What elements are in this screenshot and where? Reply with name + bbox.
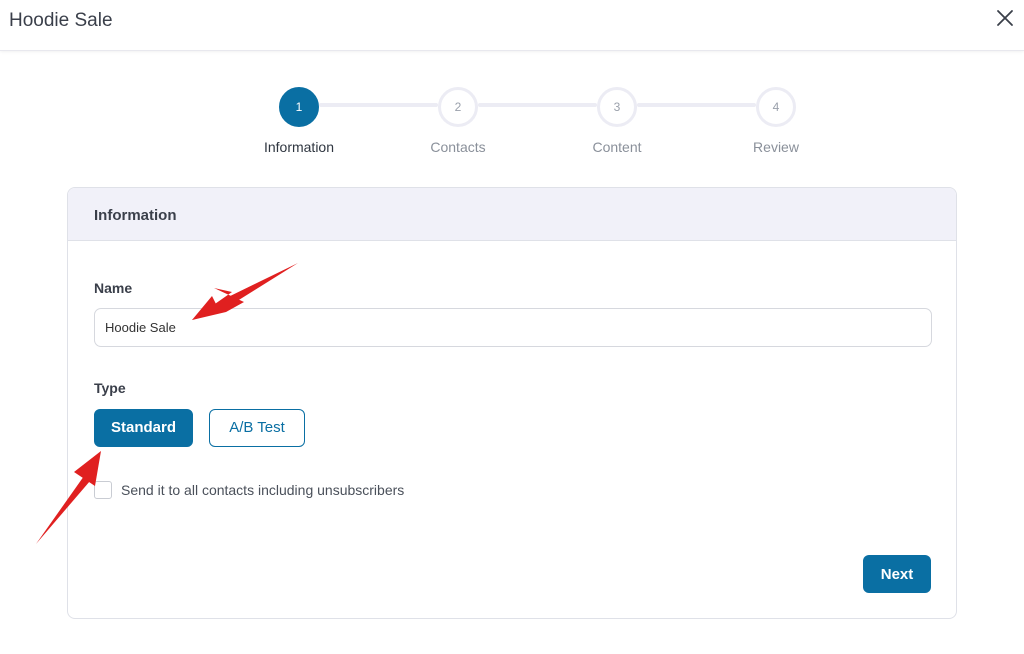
step-contacts[interactable]: 2 Contacts (398, 87, 518, 155)
standard-type-button[interactable]: Standard (94, 409, 193, 447)
ab-test-type-button[interactable]: A/B Test (209, 409, 305, 447)
step-review[interactable]: 4 Review (716, 87, 836, 155)
step-number: 3 (597, 87, 637, 127)
step-number: 4 (756, 87, 796, 127)
step-content[interactable]: 3 Content (557, 87, 677, 155)
checkbox-label: Send it to all contacts including unsubs… (121, 482, 405, 498)
card-header: Information (68, 188, 956, 241)
step-information[interactable]: 1 Information (239, 87, 359, 155)
unsubscribers-checkbox-row[interactable]: Send it to all contacts including unsubs… (94, 480, 404, 500)
type-label: Type (94, 380, 126, 396)
name-label: Name (94, 280, 133, 296)
step-number: 2 (438, 87, 478, 127)
step-label: Information (263, 139, 335, 155)
name-input[interactable] (94, 308, 932, 347)
unsubscribers-checkbox[interactable] (94, 481, 112, 499)
modal-title: Hoodie Sale (9, 10, 113, 31)
information-card: Information Name Type Standard A/B Test … (67, 187, 957, 619)
step-number: 1 (279, 87, 319, 127)
step-label: Review (753, 139, 799, 155)
modal-header: Hoodie Sale (0, 0, 1024, 51)
stepper: 1 Information 2 Contacts 3 Content 4 Rev… (0, 87, 1024, 157)
step-label: Content (592, 139, 642, 155)
next-button[interactable]: Next (863, 555, 931, 593)
close-icon[interactable] (994, 7, 1016, 29)
step-label: Contacts (430, 139, 486, 155)
